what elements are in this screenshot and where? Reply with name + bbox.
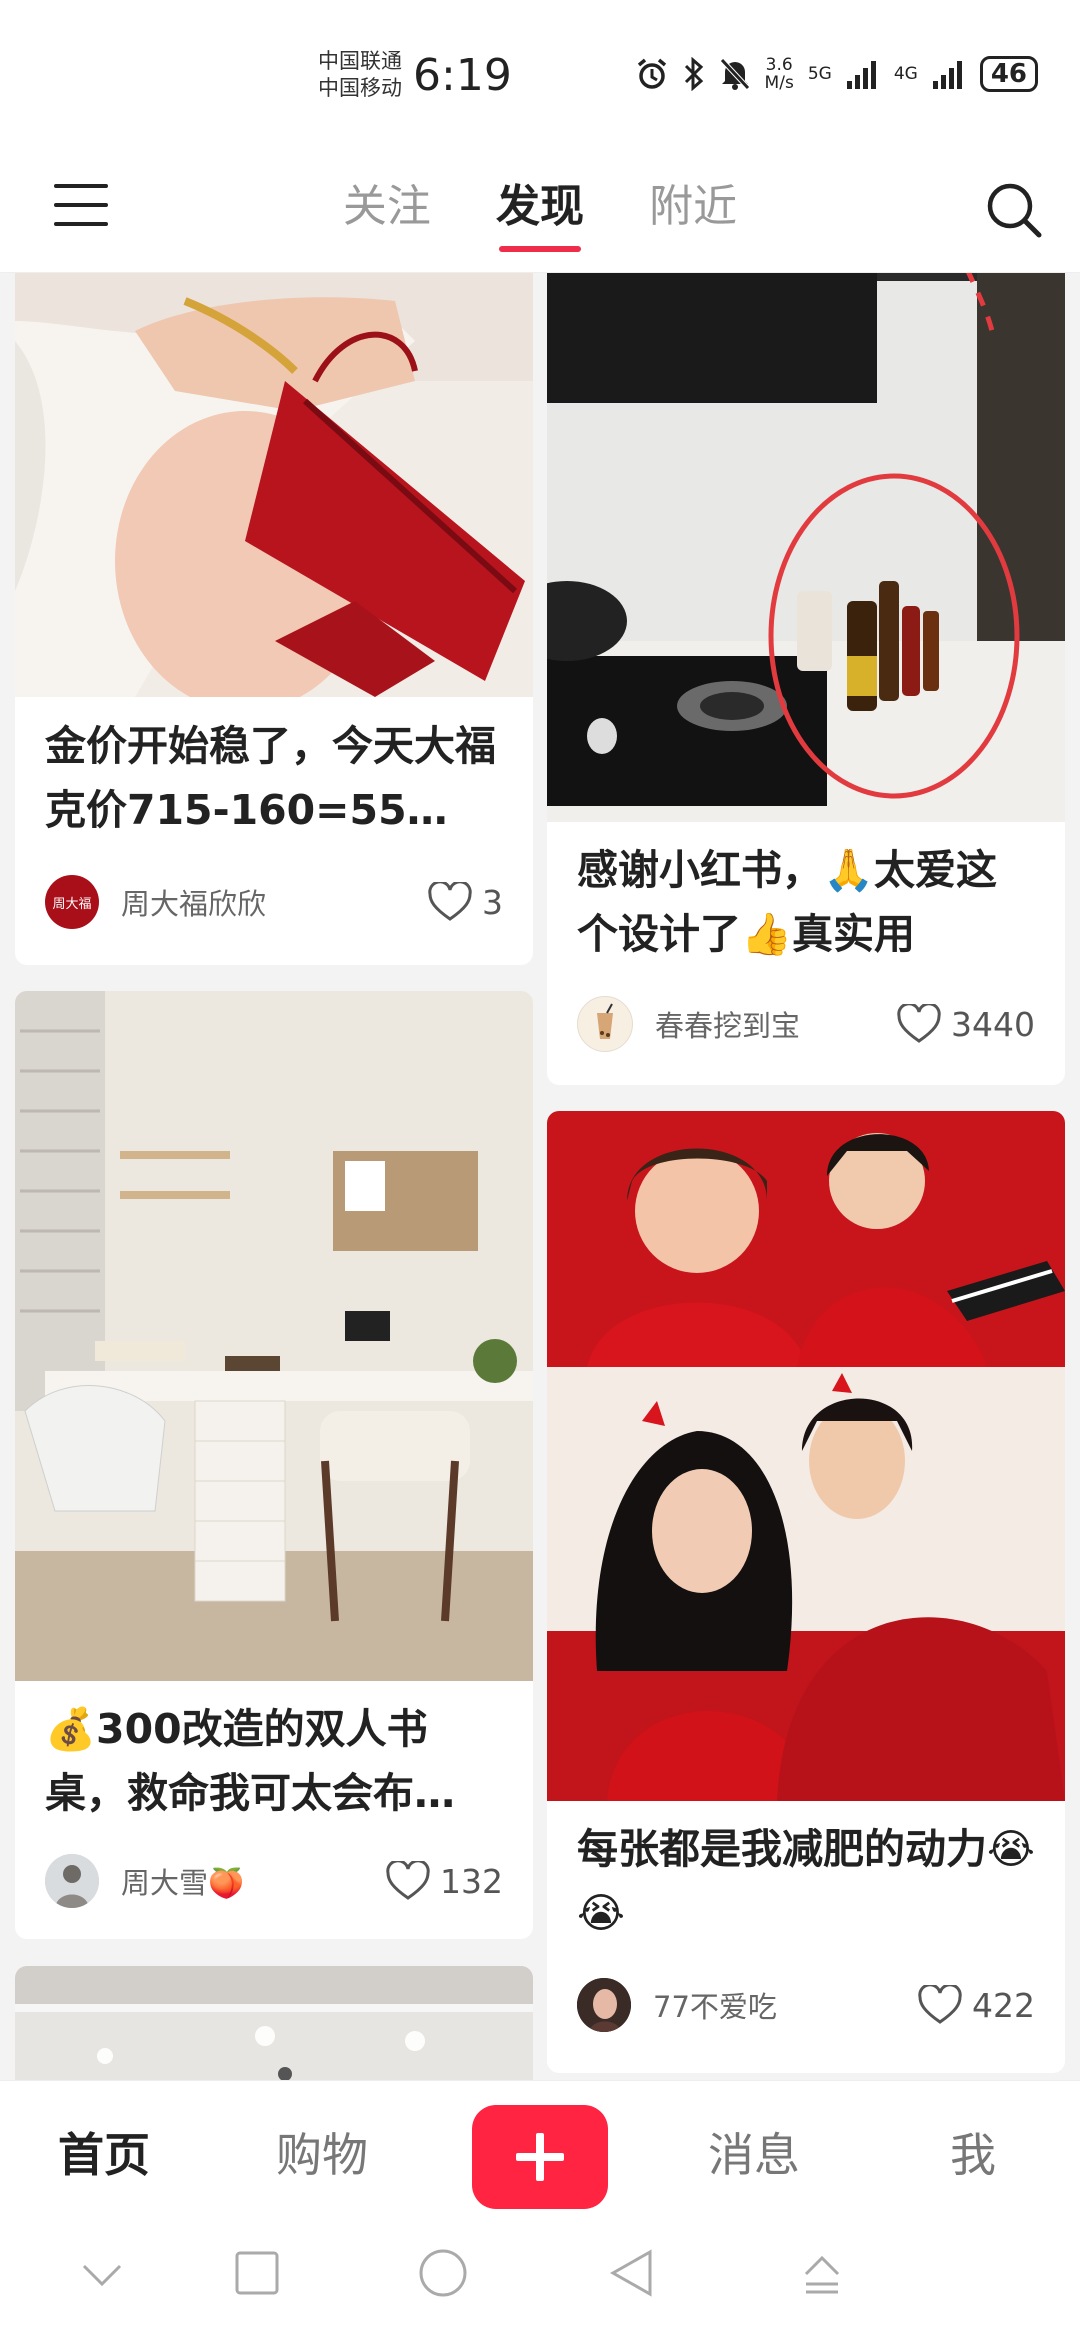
bottom-nav: 首页 购物 消息 我 — [0, 2080, 1080, 2221]
like-button[interactable]: 3 — [428, 882, 503, 922]
tab-discover[interactable]: 发现 — [496, 170, 584, 252]
like-count: 3440 — [951, 1004, 1035, 1044]
signal-icon — [932, 61, 962, 89]
note-meta: 77不爱吃 422 — [577, 1975, 1035, 2035]
network-type-1: 5G — [807, 64, 832, 84]
top-nav: 关注 发现 附近 — [0, 150, 1080, 273]
heart-icon — [918, 1985, 962, 2024]
status-time: 6:19 — [413, 50, 512, 101]
like-button[interactable]: 3440 — [897, 1004, 1035, 1044]
battery-icon: 46 — [979, 56, 1038, 92]
author-name[interactable]: 春春挖到宝 — [655, 1003, 897, 1045]
status-icons: 3.6 M/s 5G 4G 46 — [635, 56, 1038, 92]
avatar[interactable] — [577, 996, 633, 1052]
avatar-brand-text: 周大福 — [52, 896, 92, 912]
carrier-info: 中国联通 中国移动 — [318, 48, 402, 102]
bubble-tea-icon — [597, 1003, 613, 1039]
note-title: 金价开始稳了，今天大福克价715-160=55… — [45, 722, 496, 834]
avatar[interactable] — [45, 1854, 99, 1908]
discover-feed[interactable]: 金价开始稳了，今天大福克价715-160=55… 周大福 周大福欣欣 3 感谢小… — [0, 273, 1080, 2080]
note-card[interactable]: 💰300改造的双人书桌，救命我可太会布… 周大雪🍑 132 — [15, 991, 533, 1939]
author-name[interactable]: 周大雪🍑 — [121, 1860, 386, 1902]
note-cover-image — [15, 991, 533, 1681]
note-meta: 春春挖到宝 3440 — [577, 994, 1035, 1054]
nav-messages[interactable]: 消息 — [708, 2119, 800, 2185]
square-icon[interactable] — [234, 2250, 280, 2296]
like-button[interactable]: 422 — [918, 1985, 1035, 2025]
nav-home[interactable]: 首页 — [58, 2119, 150, 2185]
mute-icon — [719, 58, 750, 90]
alarm-icon — [637, 58, 666, 89]
note-card[interactable]: 每张都是我减肥的动力😭😭 77不爱吃 422 — [547, 1111, 1065, 2073]
carrier-1: 中国联通 — [318, 49, 402, 73]
net-speed-unit: M/s — [764, 73, 794, 93]
note-cover-image — [547, 1111, 1065, 1801]
like-count: 422 — [972, 1985, 1035, 2025]
tab-nearby[interactable]: 附近 — [649, 170, 737, 252]
like-count: 3 — [482, 882, 503, 922]
nav-shopping[interactable]: 购物 — [276, 2119, 368, 2185]
back-triangle-icon[interactable] — [608, 2248, 654, 2298]
circle-icon[interactable] — [418, 2248, 468, 2298]
avatar[interactable] — [577, 1978, 631, 2032]
note-cover-image — [15, 1966, 533, 2080]
bluetooth-icon — [684, 57, 703, 91]
like-button[interactable]: 132 — [386, 1861, 503, 1901]
chevron-down-icon[interactable] — [80, 2260, 124, 2290]
avatar[interactable]: 周大福 — [45, 875, 99, 929]
nav-me[interactable]: 我 — [950, 2119, 996, 2185]
note-cover-image — [547, 273, 1065, 822]
note-card[interactable]: 金价开始稳了，今天大福克价715-160=55… 周大福 周大福欣欣 3 — [15, 273, 533, 965]
heart-icon — [386, 1861, 430, 1900]
note-title: 感谢小红书，🙏太爱这个设计了👍真实用 — [577, 846, 998, 958]
heart-icon — [428, 882, 472, 921]
signal-icon — [846, 61, 876, 89]
note-meta: 周大福 周大福欣欣 3 — [45, 872, 503, 932]
search-icon[interactable] — [984, 180, 1044, 240]
avatar-photo — [577, 1978, 631, 2032]
tab-following[interactable]: 关注 — [343, 170, 431, 252]
carrier-2: 中国移动 — [318, 76, 402, 100]
note-card[interactable]: 感谢小红书，🙏太爱这个设计了👍真实用 春春挖到宝 3440 — [547, 273, 1065, 1085]
note-card[interactable] — [15, 1966, 533, 2080]
avatar-photo — [45, 1854, 99, 1908]
note-cover-image — [15, 273, 533, 697]
network-type-2: 4G — [893, 64, 918, 84]
net-speed-value: 3.6 — [765, 55, 793, 75]
upload-icon[interactable] — [800, 2252, 844, 2296]
net-speed: 3.6 M/s — [765, 56, 794, 92]
like-count: 132 — [440, 1861, 503, 1901]
heart-icon — [897, 1004, 941, 1043]
note-title: 每张都是我减肥的动力😭😭 — [577, 1825, 1035, 1937]
feed-tabs: 关注 发现 附近 — [0, 170, 1080, 252]
status-bar: 中国联通 中国移动 6:19 3.6 M/s 5G 4G 46 — [0, 0, 1080, 150]
note-meta: 周大雪🍑 132 — [45, 1851, 503, 1911]
publish-button[interactable] — [472, 2105, 608, 2209]
author-name[interactable]: 77不爱吃 — [653, 1984, 918, 2026]
note-title: 💰300改造的双人书桌，救命我可太会布… — [45, 1705, 455, 1817]
author-name[interactable]: 周大福欣欣 — [121, 881, 428, 923]
system-nav-bar — [0, 2220, 1080, 2340]
